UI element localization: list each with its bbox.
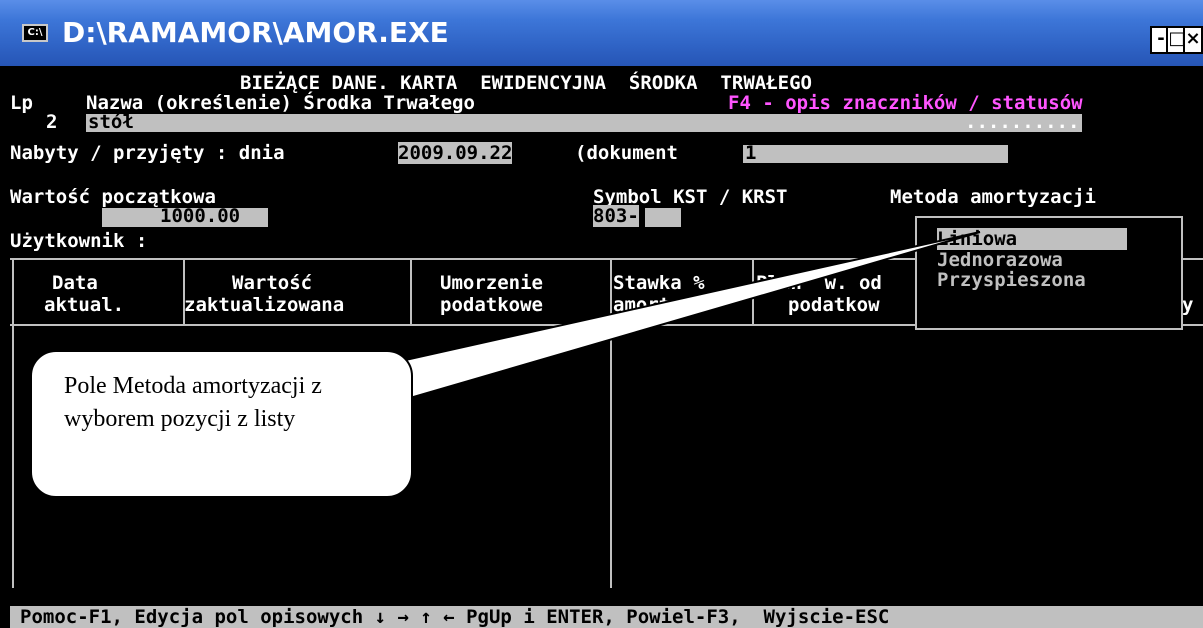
annotation-callout: Pole Metoda amortyzacji z wyborem pozycj… [30, 350, 413, 498]
callout-text: Pole Metoda amortyzacji z wyborem pozycj… [64, 373, 322, 432]
callout-pointer [334, 231, 981, 400]
